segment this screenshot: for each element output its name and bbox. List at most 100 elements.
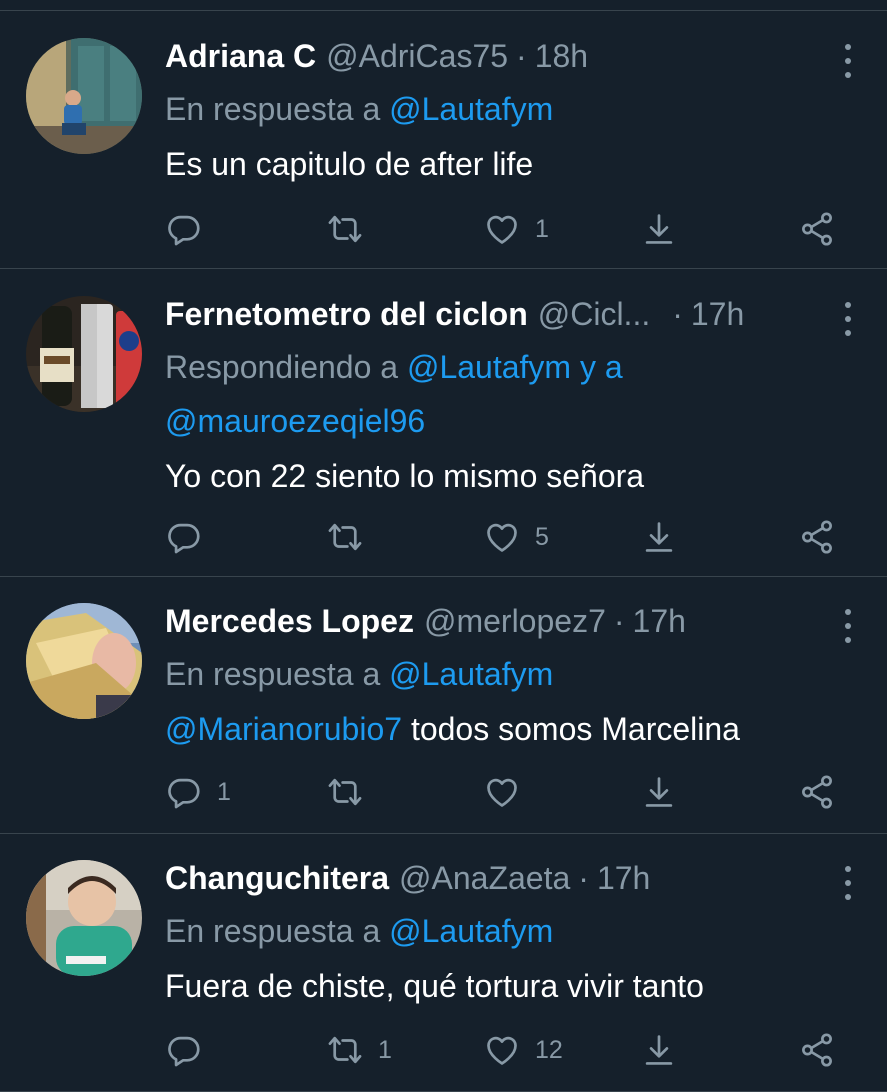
avatar-image	[26, 38, 142, 154]
like-count: 1	[535, 214, 549, 243]
separator: ·	[578, 860, 589, 896]
reply-prefix: En respuesta a	[165, 913, 381, 949]
display-name[interactable]: Mercedes Lopez	[165, 603, 414, 640]
display-name[interactable]: Fernetometro del ciclon	[165, 296, 528, 333]
retweet-button[interactable]	[326, 772, 378, 812]
tweet-body: Changuchitera @AnaZaeta · 17h En respues…	[165, 860, 851, 1014]
reply-prefix: Respondiendo a	[165, 349, 399, 385]
reply-context: Respondiendo a @Lautafym y a @mauroezeqi…	[165, 340, 847, 448]
bookmark-button[interactable]	[640, 517, 678, 557]
reply-feed: Adriana C @AdriCas75 · 18h En respuesta …	[0, 0, 887, 1092]
timestamp[interactable]: 17h	[597, 860, 650, 897]
action-bar: 5	[165, 517, 855, 557]
reply-icon	[165, 1031, 203, 1069]
heart-icon	[483, 773, 521, 811]
tweet-header: Adriana C @AdriCas75 · 18h	[165, 38, 851, 82]
reply-icon	[165, 210, 203, 248]
tweet-body: Mercedes Lopez @merlopez7 · 17h En respu…	[165, 603, 851, 757]
tweet[interactable]: Fernetometro del ciclon @Cicl... · 17h R…	[0, 269, 887, 577]
reply-mention[interactable]: @Lautafym	[389, 913, 553, 949]
retweet-button[interactable]: 1	[326, 1030, 392, 1070]
like-button[interactable]: 5	[483, 517, 549, 557]
bookmark-icon	[640, 210, 678, 248]
bookmark-icon	[640, 773, 678, 811]
retweet-icon	[326, 518, 364, 556]
heart-icon	[483, 1031, 521, 1069]
bookmark-button[interactable]	[640, 1030, 678, 1070]
reply-mention[interactable]: @Lautafym	[389, 656, 553, 692]
reply-count: 1	[217, 777, 231, 806]
share-icon	[798, 518, 836, 556]
display-name[interactable]: Adriana C	[165, 38, 316, 75]
avatar[interactable]	[26, 860, 142, 976]
reply-mention[interactable]: @Lautafym	[407, 349, 571, 385]
display-name[interactable]: Changuchitera	[165, 860, 389, 897]
reply-button[interactable]: 1	[165, 772, 231, 812]
tweet-text: Fuera de chiste, qué tortura vivir tanto	[165, 968, 704, 1004]
reply-icon	[165, 773, 203, 811]
tweet-text: Yo con 22 siento lo mismo señora	[165, 458, 645, 494]
tweet[interactable]: Changuchitera @AnaZaeta · 17h En respues…	[0, 834, 887, 1092]
reply-mention-secondary[interactable]: @mauroezeqiel96	[165, 403, 425, 439]
text-mention[interactable]: @Marianorubio7	[165, 711, 402, 747]
reply-mention[interactable]: @Lautafym	[389, 91, 553, 127]
like-button[interactable]: 1	[483, 209, 549, 249]
username[interactable]: @AnaZaeta	[399, 860, 570, 897]
reply-button[interactable]	[165, 517, 217, 557]
reply-prefix: En respuesta a	[165, 656, 381, 692]
timestamp[interactable]: 18h	[535, 38, 588, 75]
more-icon[interactable]	[833, 609, 863, 643]
tweet[interactable]: Mercedes Lopez @merlopez7 · 17h En respu…	[0, 577, 887, 834]
retweet-count: 1	[378, 1035, 392, 1064]
more-icon[interactable]	[833, 866, 863, 900]
tweet-header: Mercedes Lopez @merlopez7 · 17h	[165, 603, 851, 647]
username[interactable]: @Cicl...	[538, 296, 650, 333]
action-bar: 1 12	[165, 1030, 855, 1070]
separator: ·	[672, 296, 683, 332]
retweet-icon	[326, 210, 364, 248]
reply-context: En respuesta a @Lautafym	[165, 647, 847, 701]
tweet-body: Adriana C @AdriCas75 · 18h En respuesta …	[165, 38, 851, 192]
timestamp[interactable]: 17h	[691, 296, 744, 333]
bookmark-button[interactable]	[640, 209, 678, 249]
username[interactable]: @merlopez7	[424, 603, 606, 640]
separator: ·	[613, 603, 625, 639]
share-button[interactable]	[798, 772, 836, 812]
share-button[interactable]	[798, 1030, 836, 1070]
bookmark-icon	[640, 1031, 678, 1069]
tweet[interactable]: Adriana C @AdriCas75 · 18h En respuesta …	[0, 11, 887, 269]
like-button[interactable]: 12	[483, 1030, 563, 1070]
bookmark-icon	[640, 518, 678, 556]
heart-icon	[483, 518, 521, 556]
share-icon	[798, 210, 836, 248]
reply-prefix: En respuesta a	[165, 91, 381, 127]
avatar[interactable]	[26, 603, 142, 719]
retweet-button[interactable]	[326, 517, 378, 557]
avatar[interactable]	[26, 296, 142, 412]
retweet-button[interactable]	[326, 209, 378, 249]
like-count: 5	[535, 522, 549, 551]
bookmark-button[interactable]	[640, 772, 678, 812]
timestamp[interactable]: 17h	[633, 603, 686, 640]
avatar[interactable]	[26, 38, 142, 154]
username[interactable]: @AdriCas75	[326, 38, 508, 75]
reply-context: En respuesta a @Lautafym	[165, 904, 847, 958]
reply-context: En respuesta a @Lautafym	[165, 82, 847, 136]
share-button[interactable]	[798, 517, 836, 557]
tweet-text-content: todos somos Marcelina	[410, 711, 740, 747]
retweet-icon	[326, 1031, 364, 1069]
share-button[interactable]	[798, 209, 836, 249]
tweet-header: Fernetometro del ciclon @Cicl... · 17h	[165, 296, 851, 340]
reply-button[interactable]	[165, 209, 217, 249]
more-icon[interactable]	[833, 302, 863, 336]
reply-button[interactable]	[165, 1030, 217, 1070]
separator: ·	[516, 38, 527, 74]
more-icon[interactable]	[833, 44, 863, 78]
tweet-text: Es un capitulo de after life	[165, 146, 534, 182]
reply-connector: y a	[579, 349, 623, 385]
share-icon	[798, 1031, 836, 1069]
like-count: 12	[535, 1035, 563, 1064]
like-button[interactable]	[483, 772, 535, 812]
avatar-image	[26, 860, 142, 976]
tweet-header: Changuchitera @AnaZaeta · 17h	[165, 860, 851, 904]
